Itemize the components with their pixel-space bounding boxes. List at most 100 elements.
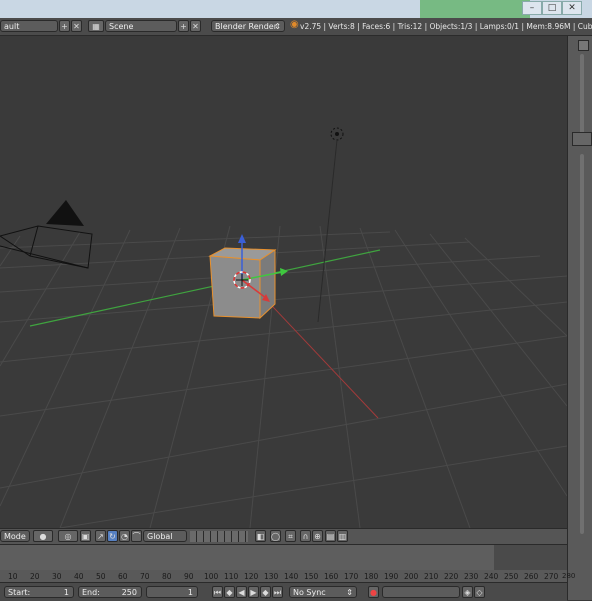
window-maximize-button[interactable]: □ — [542, 1, 562, 15]
chevron-down-icon: ⇕ — [274, 22, 281, 31]
add-scene-button[interactable]: + — [178, 20, 189, 32]
timeline-area[interactable] — [0, 544, 567, 571]
ruler-tick: 240 — [484, 572, 499, 581]
ruler-tick: 60 — [118, 572, 128, 581]
ruler-tick: 180 — [364, 572, 379, 581]
start-frame-field[interactable]: Start: 1 — [4, 586, 74, 598]
ruler-tick: 230 — [464, 572, 479, 581]
start-frame-label: Start: — [8, 588, 31, 597]
ruler-tick: 200 — [404, 572, 419, 581]
scene-stats: v2.75 | Verts:8 | Faces:6 | Tris:12 | Ob… — [300, 22, 592, 31]
ruler-tick: 280 — [562, 572, 576, 580]
properties-side-strip[interactable] — [567, 36, 592, 600]
scrollbar-track[interactable] — [580, 154, 584, 534]
jump-end-icon[interactable]: ⏭ — [272, 586, 283, 598]
ruler-tick: 250 — [504, 572, 519, 581]
render-engine-label: Blender Render — [215, 22, 278, 31]
snap-element-icon[interactable]: ⌗ — [285, 530, 296, 542]
remove-layout-button[interactable]: ✕ — [71, 20, 82, 32]
ruler-tick: 150 — [304, 572, 319, 581]
render-icon[interactable] — [572, 132, 592, 146]
ruler-tick: 130 — [264, 572, 279, 581]
ruler-tick: 50 — [96, 572, 106, 581]
rotate-icon[interactable]: ↻ — [107, 530, 118, 542]
snap-icon[interactable]: ⌒ — [131, 530, 142, 542]
window-minimize-button[interactable]: – — [522, 1, 542, 15]
jump-keyframe-forward-icon[interactable]: ◆ — [260, 586, 271, 598]
jump-keyframe-back-icon[interactable]: ◆ — [224, 586, 235, 598]
panel-toggle-icon[interactable] — [578, 40, 589, 51]
insert-keyframe-icon[interactable]: ◈ — [462, 586, 473, 598]
transform-orientation-select[interactable]: Global — [143, 530, 187, 542]
ruler-tick: 190 — [384, 572, 399, 581]
snap-target-icon[interactable]: ⊕ — [312, 530, 323, 542]
sync-mode-label: No Sync — [293, 588, 326, 597]
ruler-tick: 10 — [8, 572, 18, 581]
scale-icon[interactable]: ◔ — [119, 530, 130, 542]
ruler-tick: 140 — [284, 572, 299, 581]
jump-start-icon[interactable]: ⏮ — [212, 586, 223, 598]
timeline-ruler[interactable]: 10 20 30 40 50 60 70 80 90 100 110 120 1… — [0, 570, 575, 582]
manipulator-toggle-icon[interactable]: ▣ — [80, 530, 91, 542]
scene-browse-icon[interactable]: ▦ — [88, 20, 104, 32]
viewport-shading-icon[interactable]: ● — [33, 530, 53, 542]
pivot-point-icon[interactable]: ◎ — [58, 530, 78, 542]
lamp-object[interactable] — [317, 127, 344, 323]
ruler-tick: 90 — [184, 572, 194, 581]
start-frame-value: 1 — [63, 588, 69, 597]
3d-cursor[interactable] — [233, 271, 251, 289]
layer-lock-icon[interactable]: ◧ — [255, 530, 266, 542]
ruler-tick: 120 — [244, 572, 259, 581]
ruler-tick: 20 — [30, 572, 40, 581]
ruler-tick: 220 — [444, 572, 459, 581]
viewport-canvas[interactable] — [0, 36, 567, 528]
end-frame-field[interactable]: End: 250 — [78, 586, 142, 598]
current-frame-field[interactable]: 1 — [146, 586, 198, 598]
render-engine-select[interactable]: Blender Render ⇕ — [211, 20, 285, 32]
3d-viewport[interactable] — [0, 36, 567, 528]
ruler-tick: 170 — [344, 572, 359, 581]
translate-icon[interactable]: ↗ — [95, 530, 106, 542]
end-frame-value: 250 — [121, 588, 137, 597]
ruler-tick: 100 — [204, 572, 219, 581]
timeline-out-of-range — [494, 545, 567, 571]
play-reverse-icon[interactable]: ◀ — [236, 586, 247, 598]
ruler-tick: 30 — [52, 572, 62, 581]
ruler-tick: 160 — [324, 572, 339, 581]
ruler-tick: 270 — [544, 572, 559, 581]
ruler-tick: 260 — [524, 572, 539, 581]
info-header: ault + ✕ ▦ Scene + ✕ Blender Render ⇕ ◉ … — [0, 18, 592, 36]
layer-buttons[interactable] — [190, 531, 248, 542]
3d-view-header: Mode ● ◎ ▣ ↗ ↻ ◔ ⌒ Global ◧ ◯ ⌗ ∩ ⊕ ▤ ▥ — [0, 528, 567, 545]
sync-mode-select[interactable]: No Sync ⇕ — [289, 586, 357, 598]
ruler-tick: 110 — [224, 572, 239, 581]
camera-object[interactable] — [0, 200, 93, 269]
ruler-tick: 80 — [162, 572, 172, 581]
scrollbar-handle[interactable] — [580, 54, 584, 134]
window-title-strip: – □ ✕ — [0, 0, 592, 18]
remove-scene-button[interactable]: ✕ — [190, 20, 201, 32]
record-icon[interactable]: ● — [368, 586, 379, 598]
scene-field[interactable]: Scene — [105, 20, 177, 32]
delete-keyframe-icon[interactable]: ◇ — [474, 586, 485, 598]
ruler-tick: 70 — [140, 572, 150, 581]
ruler-tick: 210 — [424, 572, 439, 581]
window-close-button[interactable]: ✕ — [562, 1, 582, 15]
blender-logo-icon: ◉ — [290, 19, 299, 30]
proportional-edit-icon[interactable]: ◯ — [270, 530, 281, 542]
magnet-icon[interactable]: ∩ — [300, 530, 311, 542]
add-layout-button[interactable]: + — [59, 20, 70, 32]
ruler-tick: 40 — [74, 572, 84, 581]
opengl-render-icon[interactable]: ▤ — [325, 530, 336, 542]
opengl-anim-icon[interactable]: ▥ — [337, 530, 348, 542]
play-icon[interactable]: ▶ — [248, 586, 259, 598]
screen-layout-field[interactable]: ault — [0, 20, 58, 32]
transform-orientation-label: Global — [147, 532, 173, 541]
end-frame-label: End: — [82, 588, 100, 597]
keying-set-field[interactable] — [382, 586, 460, 598]
mode-select[interactable]: Mode — [0, 530, 30, 542]
timeline-header: Start: 1 End: 250 1 ⏮ ◆ ◀ ▶ ◆ ⏭ No Sync … — [0, 582, 567, 601]
chevron-down-icon: ⇕ — [346, 588, 353, 597]
window-title-accent — [420, 0, 530, 18]
y-axis-line — [29, 249, 381, 327]
